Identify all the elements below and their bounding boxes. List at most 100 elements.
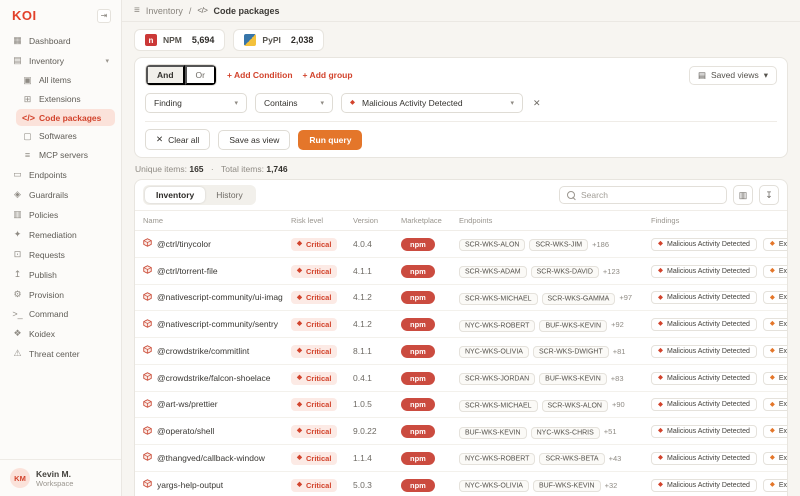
column-header-name: Name: [135, 211, 283, 231]
package-name: yargs-help-output: [157, 480, 223, 490]
sidebar-item-command[interactable]: >_ Command: [6, 305, 115, 323]
table-scroll-area[interactable]: NameRisk levelVersionMarketplaceEndpoint…: [135, 210, 787, 496]
table-row[interactable]: @art-ws/prettier ◆Critical 1.0.5 npm SCR…: [135, 391, 787, 418]
chevron-down-icon: ▾: [234, 99, 238, 107]
remediation-icon: ✦: [12, 229, 23, 240]
logic-or-button[interactable]: Or: [185, 65, 216, 85]
menu-icon[interactable]: ≡: [134, 5, 140, 16]
sidebar-item-provision[interactable]: ⚙ Provision: [6, 285, 115, 304]
table-row[interactable]: @ctrl/tinycolor ◆Critical 4.0.4 npm SCR-…: [135, 231, 787, 258]
endpoints-more-count: +43: [609, 454, 622, 463]
sidebar-item-code-packages[interactable]: </> Code packages: [16, 109, 115, 126]
unique-items-count: 165: [189, 164, 203, 174]
risk-badge: ◆Critical: [291, 318, 337, 331]
filter-operator-dropdown[interactable]: Contains ▾: [255, 93, 333, 113]
pypi-icon: [244, 34, 256, 46]
tab-history[interactable]: History: [205, 187, 253, 203]
search-icon: [567, 191, 576, 200]
results-table-card: Inventory History ▥ ↧ NameRisk levelVers…: [134, 179, 788, 496]
version-cell: 0.4.1: [345, 364, 393, 391]
sidebar-item-softwares[interactable]: ▢ Softwares: [16, 127, 115, 145]
chevron-down-icon: ▾: [510, 99, 514, 107]
package-name: @art-ws/prettier: [157, 399, 218, 409]
table-row[interactable]: @nativescript-community/sentry ◆Critical…: [135, 311, 787, 338]
sidebar-item-policies[interactable]: ▥ Policies: [6, 205, 115, 224]
run-query-button[interactable]: Run query: [298, 130, 362, 150]
sidebar-item-endpoints[interactable]: ▭ Endpoints: [6, 165, 115, 184]
risk-badge: ◆Critical: [291, 398, 337, 411]
column-header-findings: Findings: [643, 211, 787, 231]
marketplace-badge: npm: [401, 238, 435, 251]
columns-button[interactable]: ▥: [733, 185, 753, 205]
finding-chip: ◆Exfils Cl: [763, 345, 787, 358]
close-icon: ✕: [156, 134, 163, 145]
version-cell: 1.0.5: [345, 391, 393, 418]
breadcrumb-section[interactable]: Inventory: [146, 6, 183, 16]
finding-chip: ◆Malicious Activity Detected: [651, 345, 757, 358]
column-header-risk-level: Risk level: [283, 211, 345, 231]
table-row[interactable]: @ctrl/torrent-file ◆Critical 4.1.1 npm S…: [135, 257, 787, 284]
remove-condition-button[interactable]: ✕: [531, 98, 543, 109]
tab-inventory[interactable]: Inventory: [145, 187, 205, 203]
sidebar-item-guardrails[interactable]: ◈ Guardrails: [6, 185, 115, 204]
sidebar-item-inventory[interactable]: ▤ Inventory ▾: [6, 51, 115, 70]
risk-badge: ◆Critical: [291, 425, 337, 438]
critical-diamond-icon: ◆: [297, 348, 302, 355]
clear-all-button[interactable]: ✕Clear all: [145, 129, 210, 150]
finding-chip: ◆Exfils Cl: [763, 318, 787, 331]
user-menu[interactable]: KM Kevin M. Workspace: [0, 459, 121, 496]
table-row[interactable]: @operato/shell ◆Critical 9.0.22 npm BUF-…: [135, 418, 787, 445]
sidebar-item-dashboard[interactable]: ▦ Dashboard: [6, 31, 115, 50]
table-row[interactable]: @crowdstrike/falcon-shoelace ◆Critical 0…: [135, 364, 787, 391]
koidex-icon: ❖: [12, 328, 23, 339]
total-items-count: 1,746: [266, 164, 287, 174]
logic-and-button[interactable]: And: [146, 65, 185, 85]
sidebar-item-remediation[interactable]: ✦ Remediation: [6, 225, 115, 244]
download-button[interactable]: ↧: [759, 185, 779, 205]
sidebar-item-extensions[interactable]: ⊞ Extensions: [16, 90, 115, 108]
risk-badge: ◆Critical: [291, 345, 337, 358]
table-row[interactable]: @nativescript-community/ui-image ◆Critic…: [135, 284, 787, 311]
table-row[interactable]: @thangved/callback-window ◆Critical 1.1.…: [135, 445, 787, 472]
warning-diamond-icon: ◆: [770, 402, 775, 409]
code-icon: </>: [197, 6, 207, 15]
package-icon: [143, 479, 152, 490]
package-icon: [143, 452, 152, 463]
marketplace-badge: npm: [401, 398, 435, 411]
finding-chip: ◆Exfils Cl: [763, 265, 787, 278]
finding-chip: ◆Exfils Cl: [763, 425, 787, 438]
sidebar-item-threat-center[interactable]: ⚠ Threat center: [6, 344, 115, 363]
sidebar-item-mcp-servers[interactable]: ≡ MCP servers: [16, 146, 115, 163]
sidebar-item-publish[interactable]: ↥ Publish: [6, 265, 115, 284]
chevron-down-icon: ▾: [105, 57, 109, 65]
save-as-view-button[interactable]: Save as view: [218, 130, 290, 150]
table-row[interactable]: yargs-help-output ◆Critical 5.0.3 npm NY…: [135, 471, 787, 496]
package-name: @nativescript-community/ui-image: [157, 292, 283, 302]
stat-card-npm[interactable]: n NPM 5,694: [134, 29, 225, 51]
sidebar-item-requests[interactable]: ⊡ Requests: [6, 245, 115, 264]
sidebar-collapse-button[interactable]: ⇥: [97, 9, 111, 23]
extensions-icon: ⊞: [22, 94, 33, 105]
filter-field-dropdown[interactable]: Finding ▾: [145, 93, 247, 113]
sidebar-item-all-items[interactable]: ▣ All items: [16, 71, 115, 89]
filter-builder: And Or + Add Condition + Add group ▤ Sav…: [134, 57, 788, 158]
filter-value-dropdown[interactable]: ◆ Malicious Activity Detected ▾: [341, 93, 523, 113]
add-condition-button[interactable]: + Add Condition: [227, 70, 293, 80]
endpoint-chip: SCR-WKS-MICHAEL: [459, 293, 538, 305]
warning-diamond-icon: ◆: [770, 348, 775, 355]
marketplace-badge: npm: [401, 265, 435, 278]
saved-views-button[interactable]: ▤ Saved views ▾: [689, 66, 777, 85]
endpoint-chip: NYC-WKS-ROBERT: [459, 453, 535, 465]
finding-chip: ◆Malicious Activity Detected: [651, 398, 757, 411]
table-head-row: NameRisk levelVersionMarketplaceEndpoint…: [135, 211, 787, 231]
endpoints-more-count: +32: [605, 481, 618, 490]
workspace-label: Workspace: [36, 479, 73, 488]
critical-diamond-icon: ◆: [658, 455, 663, 462]
stat-card-pypi[interactable]: PyPI 2,038: [233, 29, 324, 51]
finding-chip: ◆Exfils Cl: [763, 238, 787, 251]
table-row[interactable]: @crowdstrike/commitlint ◆Critical 8.1.1 …: [135, 338, 787, 365]
endpoints-icon: ▭: [12, 169, 23, 180]
sidebar-item-koidex[interactable]: ❖ Koidex: [6, 324, 115, 343]
search-input[interactable]: [581, 190, 719, 200]
add-group-button[interactable]: + Add group: [303, 70, 353, 80]
